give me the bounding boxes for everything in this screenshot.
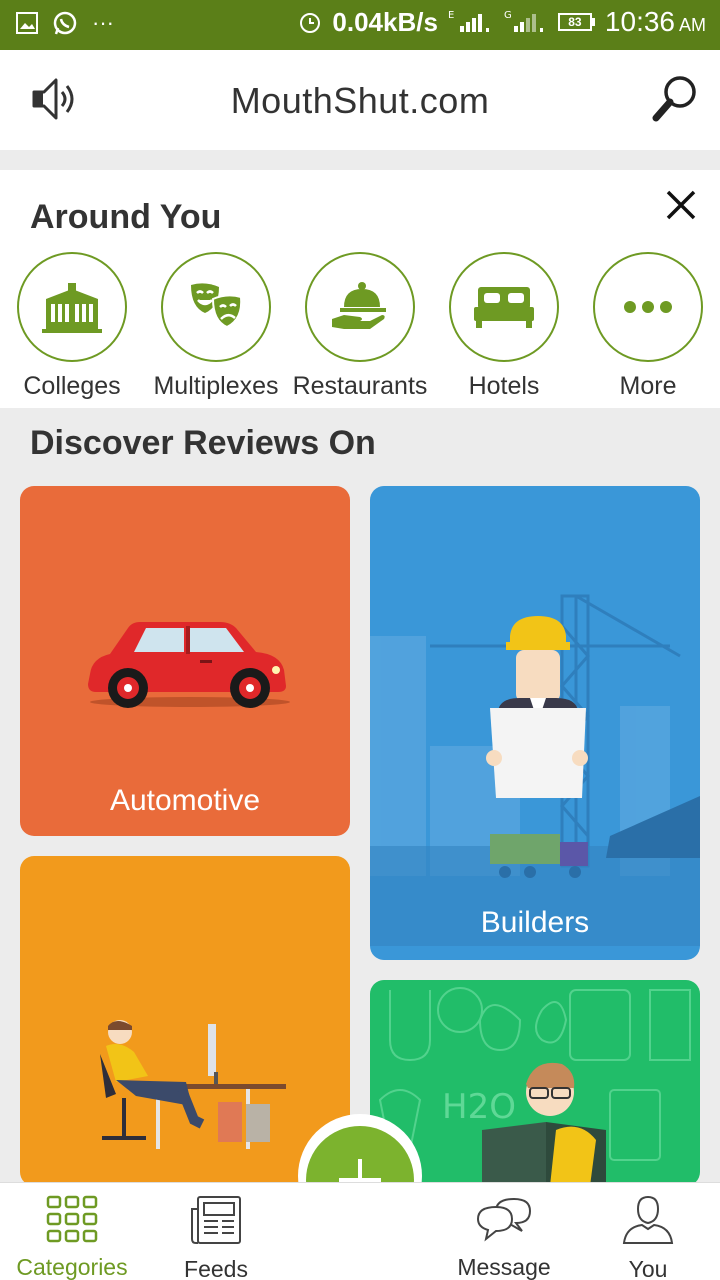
nav-label: Message [457, 1254, 551, 1280]
around-you-title: Around You [30, 198, 222, 236]
category-row: Colleges Multiplexes Restaurants Hotels … [0, 252, 720, 402]
tile-label: Automotive [109, 784, 261, 817]
college-building-icon [42, 283, 102, 333]
nav-label: Feeds [184, 1256, 248, 1280]
tile-office[interactable] [20, 856, 350, 1186]
category-hotels[interactable]: Hotels [434, 252, 574, 401]
grid-icon [46, 1195, 98, 1243]
category-label: Multiplexes [153, 372, 279, 400]
tile-label: Builders [480, 906, 590, 939]
category-label: More [619, 372, 677, 400]
category-colleges[interactable]: Colleges [2, 252, 142, 401]
bed-icon [474, 287, 534, 328]
alarm-icon [300, 13, 321, 33]
tile-builders[interactable]: Builders [370, 486, 700, 960]
newspaper-icon [191, 1196, 241, 1244]
battery-icon: 83 [557, 13, 595, 31]
search-icon[interactable] [652, 74, 700, 124]
app-title: MouthShut.com [230, 80, 490, 121]
discover-title: Discover Reviews On [30, 424, 376, 462]
category-restaurants[interactable]: Restaurants [290, 252, 430, 401]
status-notifications: ··· [16, 10, 114, 36]
theatre-masks-icon [191, 283, 243, 329]
more-dots-icon [624, 301, 672, 313]
nav-label: Categories [16, 1254, 128, 1280]
more-notifications-icon: ··· [92, 10, 114, 35]
serving-cloche-icon [332, 282, 386, 329]
svg-text:G: G [504, 10, 512, 21]
nav-categories[interactable]: Categories [0, 1195, 144, 1280]
category-label: Restaurants [292, 372, 428, 400]
student-illustration: H2O [378, 987, 691, 1186]
svg-text:H2O: H2O [442, 1087, 516, 1127]
clock: 10:36 AM [604, 6, 706, 37]
office-worker-illustration [100, 1020, 286, 1149]
category-more[interactable]: More [578, 252, 718, 401]
nav-message[interactable]: Message [432, 1195, 576, 1280]
tile-automotive[interactable]: Automotive [20, 486, 350, 836]
signal-sim2-icon: G [504, 10, 543, 32]
svg-text:E: E [448, 10, 454, 21]
category-multiplexes[interactable]: Multiplexes [146, 252, 286, 401]
category-label: Colleges [23, 372, 121, 400]
network-speed: 0.04kB/s [332, 6, 438, 37]
gallery-icon [16, 12, 38, 34]
builders-illustration [370, 594, 700, 946]
signal-sim1-icon: E [448, 10, 489, 32]
nav-feeds[interactable]: Feeds [144, 1195, 288, 1280]
nav-you[interactable]: You [576, 1195, 720, 1280]
close-icon[interactable] [664, 188, 698, 222]
whatsapp-icon [53, 11, 77, 35]
app-header: MouthShut.com [0, 50, 720, 150]
status-bar: ··· 0.04kB/s E G 83 10:36 AM [0, 0, 720, 50]
bottom-navigation: Categories Feeds Message You [0, 1182, 720, 1280]
car-illustration [88, 622, 290, 708]
user-icon [622, 1195, 674, 1244]
category-label: Hotels [468, 372, 540, 400]
chat-bubbles-icon [476, 1197, 532, 1242]
tile-education[interactable]: H2O [370, 980, 700, 1186]
around-you-card: Around You Colleges Multiplexes Restaura… [0, 170, 720, 408]
nav-label: You [628, 1256, 668, 1280]
